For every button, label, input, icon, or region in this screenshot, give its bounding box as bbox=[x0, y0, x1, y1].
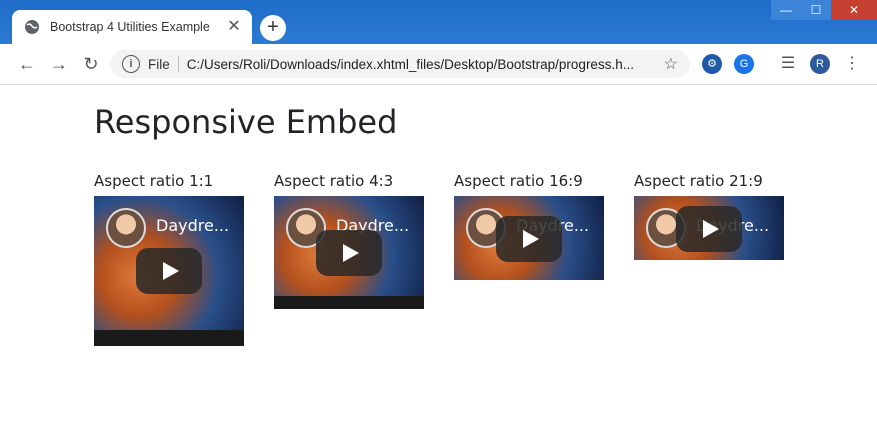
play-button-icon[interactable] bbox=[316, 230, 382, 276]
play-button-icon[interactable] bbox=[136, 248, 202, 294]
url-text[interactable]: C:/Users/Roli/Downloads/index.xhtml_file… bbox=[187, 57, 664, 72]
embed-label: Aspect ratio 16:9 bbox=[454, 172, 583, 190]
forward-arrow-icon[interactable]: → bbox=[48, 53, 70, 75]
reload-icon[interactable]: ↻ bbox=[80, 53, 102, 75]
globe-icon bbox=[25, 20, 39, 34]
embed-column-21x9: Aspect ratio 21:9 Daydre... bbox=[634, 172, 784, 260]
minimize-button[interactable]: — bbox=[771, 0, 801, 20]
address-bar[interactable]: i File C:/Users/Roli/Downloads/index.xht… bbox=[110, 50, 690, 78]
close-window-button[interactable]: ✕ bbox=[831, 0, 877, 20]
play-button-icon[interactable] bbox=[496, 216, 562, 262]
playlist-icon[interactable]: ☰ bbox=[778, 54, 798, 74]
play-button-icon[interactable] bbox=[676, 206, 742, 252]
page-title: Responsive Embed bbox=[94, 103, 398, 141]
bookmark-star-icon[interactable]: ☆ bbox=[664, 54, 678, 74]
browser-tab[interactable]: Bootstrap 4 Utilities Example ✕ bbox=[12, 10, 252, 44]
embed-label: Aspect ratio 1:1 bbox=[94, 172, 214, 190]
new-tab-button[interactable]: + bbox=[260, 15, 286, 41]
back-arrow-icon[interactable]: ← bbox=[16, 53, 38, 75]
video-title[interactable]: Daydre... bbox=[156, 216, 229, 235]
more-menu-icon[interactable]: ⋮ bbox=[842, 54, 862, 74]
maximize-button[interactable]: ☐ bbox=[801, 0, 831, 20]
embed-column-16x9: Aspect ratio 16:9 Daydre... bbox=[454, 172, 604, 280]
close-tab-icon[interactable]: ✕ bbox=[224, 17, 244, 37]
omnibox-divider bbox=[177, 56, 179, 72]
video-embed-1x1[interactable]: Daydre... bbox=[94, 196, 244, 346]
embed-label: Aspect ratio 21:9 bbox=[634, 172, 763, 190]
embed-column-1x1: Aspect ratio 1:1 Daydre... bbox=[94, 172, 244, 346]
grammarly-icon[interactable]: G bbox=[734, 54, 754, 74]
page-content: Responsive Embed Aspect ratio 1:1 Daydre… bbox=[0, 85, 877, 429]
embed-label: Aspect ratio 4:3 bbox=[274, 172, 394, 190]
profile-avatar[interactable]: R bbox=[810, 54, 830, 74]
file-scheme-label: File bbox=[148, 56, 170, 72]
tab-title: Bootstrap 4 Utilities Example bbox=[50, 20, 210, 34]
channel-avatar[interactable] bbox=[106, 208, 146, 248]
info-icon[interactable]: i bbox=[122, 55, 140, 73]
extension-icon[interactable]: ⚙ bbox=[702, 54, 722, 74]
video-embed-16x9[interactable]: Daydre... bbox=[454, 196, 604, 280]
browser-toolbar: ← → ↻ i File C:/Users/Roli/Downloads/ind… bbox=[0, 44, 877, 85]
browser-titlebar: Bootstrap 4 Utilities Example ✕ + — ☐ ✕ bbox=[0, 0, 877, 44]
video-embed-4x3[interactable]: Daydre... bbox=[274, 196, 424, 309]
window-controls: — ☐ ✕ bbox=[771, 0, 877, 22]
video-embed-21x9[interactable]: Daydre... bbox=[634, 196, 784, 260]
embed-column-4x3: Aspect ratio 4:3 Daydre... bbox=[274, 172, 424, 309]
